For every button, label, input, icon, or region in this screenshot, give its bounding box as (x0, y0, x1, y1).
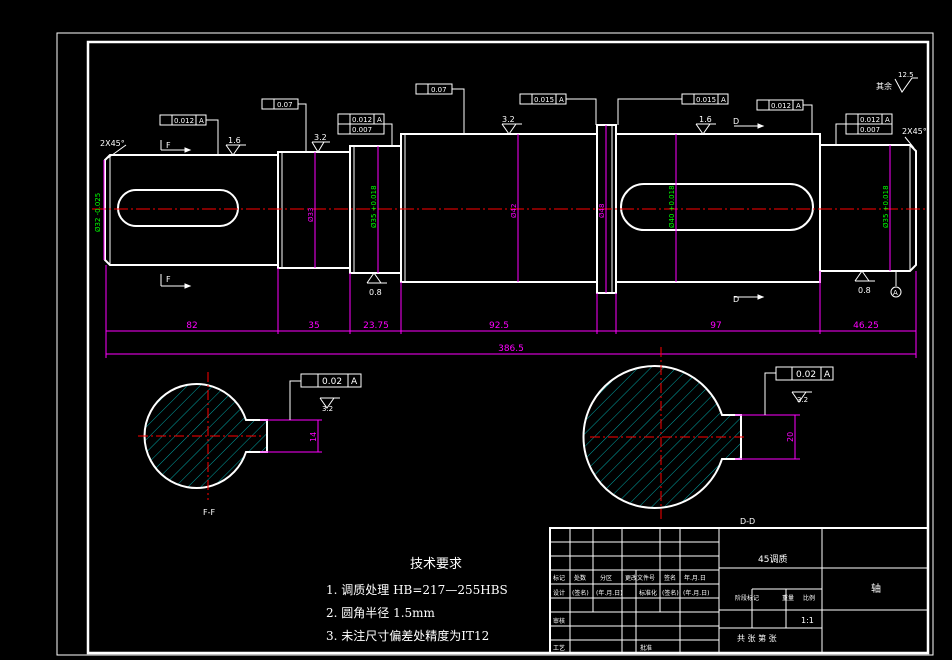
tb-row-label-4: 更改文件号 (625, 574, 655, 582)
gdt-end-runout: 0.012 (860, 116, 880, 124)
gdt-mid-runout: 0.012 (352, 116, 372, 124)
tb-design-6: (年.月.日) (683, 589, 710, 597)
gdt-end-runout-datum: A (885, 116, 890, 124)
tb-design-4: 标准化 (639, 589, 657, 597)
diameter-d4: Ø42 (510, 204, 518, 218)
tb-row-label-2: 处数 (574, 574, 586, 582)
gdt-right-runout-datum: A (796, 102, 801, 110)
tb-design-1: 设计 (553, 589, 565, 597)
gdt-shoulder-r-datum: A (721, 96, 726, 104)
chamfer-left: 2X45° (100, 139, 125, 148)
diameter-d6: Ø40 +0.018 (668, 185, 676, 228)
section-dd-gdt-datum: A (824, 370, 831, 380)
roughness-rest-symbol (894, 77, 918, 93)
length-5: 97 (710, 321, 721, 331)
gdt-mid-runout-datum: A (377, 116, 382, 124)
shaft-drawing: Ø32 -0.025 Ø33 Ø35 +0.018 Ø42 Ø48 Ø40 +0… (56, 32, 934, 656)
tb-stage-1: 阶段标记 (735, 594, 759, 602)
tb-check: 审核 (553, 617, 565, 625)
section-ff (138, 372, 362, 500)
tb-design-5: (签名) (662, 589, 679, 597)
diameter-d5: Ø48 (598, 204, 606, 218)
roughness-r5: 0.8 (369, 288, 382, 297)
gdt-shoulder-l-datum: A (559, 96, 564, 104)
tech-req-item-1: 1. 调质处理 HB=217—255HBS (326, 583, 508, 597)
tb-row-label-3: 分区 (600, 574, 612, 582)
gdt-left-runout-datum: A (199, 117, 204, 125)
tech-req-item-2: 2. 圆角半径 1.5mm (326, 606, 436, 620)
section-ff-label: F-F (203, 508, 215, 517)
length-2: 35 (308, 321, 319, 331)
section-ff-gdt: 0.02 (322, 377, 342, 387)
gdt-left-cyl: 0.07 (277, 101, 293, 109)
diameter-d2: Ø33 (307, 208, 315, 222)
roughness-r3: 3.2 (502, 115, 515, 124)
total-length: 386.5 (498, 344, 524, 354)
roughness-r4: 1.6 (699, 115, 712, 124)
section-dd-depth: 20 (786, 432, 795, 442)
gdt-mid-cyl: 0.007 (352, 126, 372, 134)
chamfer-right: 2X45° (902, 127, 927, 136)
tb-material: 45调质 (758, 553, 787, 565)
section-dd-gdt: 0.02 (796, 370, 816, 380)
section-arrow-f-bottom: F (166, 275, 171, 284)
roughness-symbols (225, 123, 875, 284)
gdt-frames (159, 83, 893, 155)
diameter-d3: Ø35 +0.018 (370, 185, 378, 228)
section-ff-depth: 14 (309, 432, 318, 442)
section-arrow-d-top: D (733, 117, 739, 126)
roughness-rest-label: 其余 (876, 81, 892, 91)
sheet-outer-border (56, 32, 934, 656)
tb-row-label-5: 签名 (664, 574, 676, 582)
section-arrow-d-bottom: D (733, 295, 739, 304)
roughness-r2: 3.2 (314, 133, 327, 142)
section-ff-gdt-datum: A (351, 377, 358, 387)
datum-a-label: A (893, 289, 898, 297)
length-4: 92.5 (489, 321, 509, 331)
gdt-center-cyl: 0.07 (431, 86, 447, 94)
tb-sheet: 共 张 第 张 (737, 633, 777, 643)
gdt-shoulder-runout-r: 0.015 (696, 96, 716, 104)
diameter-d7: Ø35 +0.018 (882, 185, 890, 228)
tb-stage-2: 重量 (782, 594, 794, 602)
tech-req-item-3: 3. 未注尺寸偏差处精度为IT12 (326, 628, 489, 643)
gdt-right-runout: 0.012 (771, 102, 791, 110)
tb-part-name: 轴 (871, 582, 881, 595)
tb-design-3: (年.月.日) (596, 589, 623, 597)
section-ff-roughness: 3.2 (322, 405, 333, 413)
tb-stage-3: 比例 (803, 594, 815, 602)
tb-row-label-6: 年.月.日 (684, 574, 706, 582)
tech-req-title: 技术要求 (410, 557, 462, 572)
tb-craft: 工艺 (553, 644, 565, 652)
tb-approve: 批准 (640, 644, 652, 652)
tb-scale: 1:1 (801, 616, 814, 625)
section-dd-roughness: 3.2 (797, 396, 808, 404)
tb-row-label-1: 标记 (553, 574, 565, 582)
section-dd-label: D-D (740, 517, 755, 526)
tb-design-2: (签名) (572, 589, 589, 597)
gdt-end-cyl: 0.007 (860, 126, 880, 134)
gdt-left-runout: 0.012 (174, 117, 194, 125)
gdt-shoulder-runout-l: 0.015 (534, 96, 554, 104)
diameter-d1: Ø32 -0.025 (94, 193, 102, 232)
roughness-r1: 1.6 (228, 136, 241, 145)
section-arrow-f-top: F (166, 141, 171, 150)
length-1: 82 (186, 321, 197, 331)
roughness-rest-value: 12.5 (898, 71, 914, 79)
length-6: 46.25 (853, 321, 879, 331)
roughness-r6: 0.8 (858, 286, 871, 295)
length-3: 23.75 (363, 321, 389, 331)
